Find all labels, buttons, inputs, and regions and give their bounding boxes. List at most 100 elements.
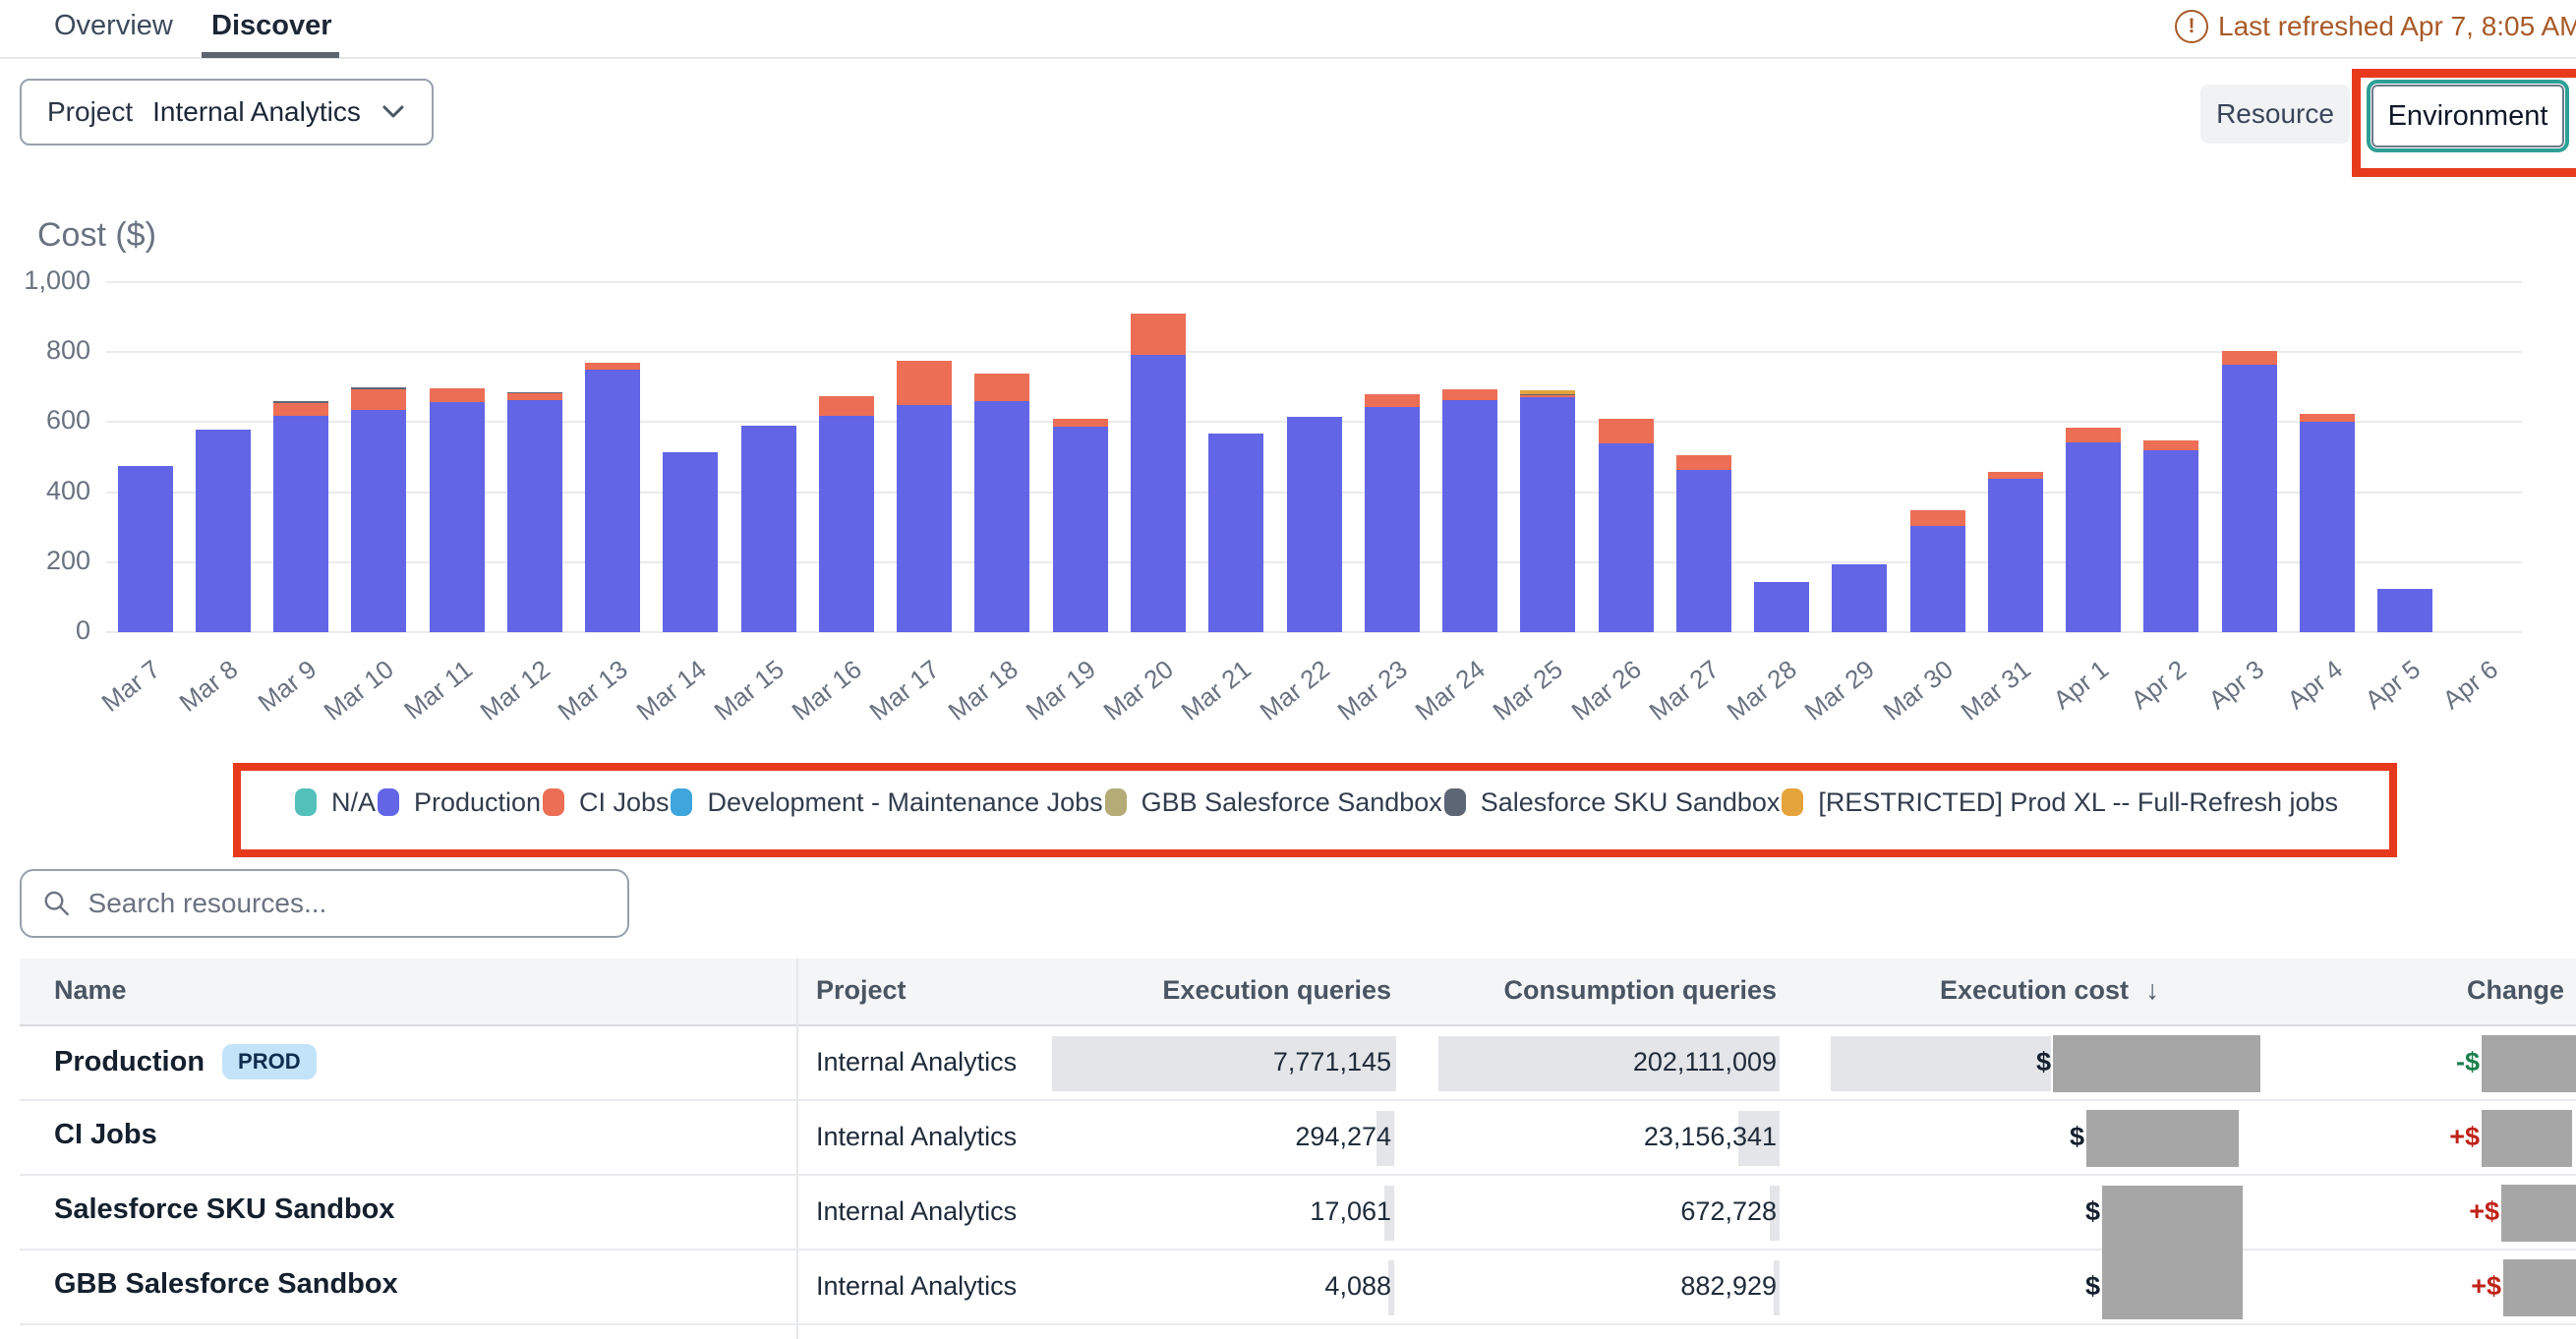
name-column-divider <box>796 959 798 1339</box>
tab-overview[interactable]: Overview <box>54 10 173 42</box>
resource-name-text: Salesforce SKU Sandbox <box>54 1193 395 1226</box>
bar-mar-21[interactable] <box>1208 434 1263 632</box>
bar-mar-22[interactable] <box>1287 417 1342 632</box>
consumption-queries-cell: 882,929 <box>1680 1271 1777 1302</box>
bar-segment <box>430 388 485 403</box>
bar-mar-17[interactable] <box>897 361 952 632</box>
bar-mar-26[interactable] <box>1599 419 1654 632</box>
y-axis-tick-label: 800 <box>0 335 90 366</box>
bar-segment <box>663 452 718 632</box>
bar-segment <box>1520 397 1575 632</box>
bar-mar-24[interactable] <box>1442 389 1497 632</box>
bar-apr-1[interactable] <box>2066 428 2121 632</box>
bar-segment <box>351 389 406 410</box>
bar-mar-30[interactable] <box>1910 510 1965 632</box>
bar-segment <box>1754 582 1809 632</box>
bar-mar-18[interactable] <box>974 374 1029 632</box>
x-axis-tick-label: Mar 20 <box>1098 654 1180 727</box>
project-filter-value: Internal Analytics <box>152 96 361 128</box>
bar-mar-27[interactable] <box>1676 455 1731 632</box>
x-axis-tick-label: Mar 9 <box>252 654 322 718</box>
bar-segment <box>1988 472 2043 479</box>
bar-segment <box>2143 450 2198 632</box>
execution-queries-cell: 4,088 <box>1324 1271 1391 1302</box>
bar-apr-2[interactable] <box>2143 440 2198 632</box>
execution-cost-redaction-mask <box>2102 1186 2243 1319</box>
bar-segment <box>1599 419 1654 443</box>
bar-segment <box>974 401 1029 632</box>
project-filter-dropdown[interactable]: Project Internal Analytics <box>20 79 434 146</box>
legend-item-ci-jobs[interactable]: CI Jobs <box>543 787 670 818</box>
bar-mar-19[interactable] <box>1053 419 1108 632</box>
bar-mar-29[interactable] <box>1832 564 1887 632</box>
execution-cost-prefix: $ <box>2070 1122 2084 1152</box>
execution-queries-cell: 7,771,145 <box>1273 1047 1391 1077</box>
bar-segment <box>1131 314 1186 355</box>
bar-segment <box>741 426 796 632</box>
legend-item-n-a[interactable]: N/A <box>295 787 376 818</box>
bar-segment <box>1287 417 1342 632</box>
x-axis-tick-label: Mar 17 <box>864 654 946 727</box>
legend-item-development-maintenance-jobs[interactable]: Development - Maintenance Jobs <box>671 787 1102 818</box>
bar-segment <box>1599 443 1654 632</box>
bar-apr-5[interactable] <box>2377 589 2432 633</box>
last-refreshed-text: Last refreshed Apr 7, 8:05 AM PDT <box>2218 11 2576 42</box>
bar-mar-13[interactable] <box>585 363 640 632</box>
execution-cost-prefix: $ <box>2085 1196 2100 1227</box>
search-resources-input[interactable] <box>87 887 606 920</box>
project-cell: Internal Analytics <box>816 1271 1017 1302</box>
bar-mar-28[interactable] <box>1754 582 1809 632</box>
legend-item-gbb-salesforce-sandbox[interactable]: GBB Salesforce Sandbox <box>1105 787 1442 818</box>
bar-mar-20[interactable] <box>1131 314 1186 632</box>
column-header-execution-queries[interactable]: Execution queries <box>1162 975 1391 1006</box>
bar-apr-3[interactable] <box>2222 351 2277 632</box>
bar-mar-14[interactable] <box>663 452 718 632</box>
bar-mar-8[interactable] <box>196 430 251 632</box>
legend-item-salesforce-sku-sandbox[interactable]: Salesforce SKU Sandbox <box>1444 787 1781 818</box>
column-header-name[interactable]: Name <box>54 975 127 1006</box>
chart-title: Cost ($) <box>37 216 156 255</box>
bar-mar-12[interactable] <box>507 392 562 632</box>
column-header-project[interactable]: Project <box>816 975 907 1006</box>
bar-segment <box>1053 427 1108 632</box>
column-header-execution-cost[interactable]: Execution cost ↓ <box>1940 975 2159 1006</box>
consumption-queries-cell: 202,111,009 <box>1633 1047 1777 1077</box>
bar-mar-7[interactable] <box>118 466 173 632</box>
bar-segment <box>897 361 952 405</box>
project-cell: Internal Analytics <box>816 1196 1017 1227</box>
column-header-consumption-queries[interactable]: Consumption queries <box>1503 975 1777 1006</box>
column-header-change[interactable]: Change <box>2467 975 2564 1006</box>
bar-segment <box>2066 442 2121 632</box>
prod-badge: PROD <box>222 1044 317 1079</box>
active-tab-indicator <box>202 52 339 58</box>
legend-item-production[interactable]: Production <box>378 787 541 818</box>
bar-apr-4[interactable] <box>2300 414 2355 633</box>
x-axis-tick-label: Mar 15 <box>708 654 790 727</box>
bar-mar-15[interactable] <box>741 426 796 632</box>
bar-segment <box>974 374 1029 401</box>
legend-item-label: CI Jobs <box>579 787 670 818</box>
bar-segment <box>1442 400 1497 632</box>
change-prefix: +$ <box>2449 1122 2480 1152</box>
bar-mar-11[interactable] <box>430 388 485 632</box>
group-by-environment-button[interactable]: Environment <box>2371 85 2564 147</box>
execution-cost-label: Execution cost <box>1940 975 2129 1005</box>
legend-item--restricted-prod-xl-full-refresh-jobs[interactable]: [RESTRICTED] Prod XL -- Full-Refresh job… <box>1782 787 2338 818</box>
bar-mar-31[interactable] <box>1988 472 2043 632</box>
bar-segment <box>1365 394 1420 407</box>
change-prefix: +$ <box>2469 1196 2499 1227</box>
bar-mar-10[interactable] <box>351 387 406 632</box>
tab-discover[interactable]: Discover <box>211 10 332 42</box>
bar-mar-16[interactable] <box>819 396 874 632</box>
bar-segment <box>507 400 562 632</box>
group-by-resource-button[interactable]: Resource <box>2200 85 2350 144</box>
change-prefix: +$ <box>2471 1271 2501 1302</box>
row-divider <box>20 1174 2576 1176</box>
row-divider <box>20 1099 2576 1101</box>
bar-mar-9[interactable] <box>273 401 328 632</box>
project-cell: Internal Analytics <box>816 1047 1017 1077</box>
x-axis-tick-label: Mar 19 <box>1020 654 1101 727</box>
bar-mar-25[interactable] <box>1520 390 1575 632</box>
bar-segment <box>585 363 640 370</box>
bar-mar-23[interactable] <box>1365 394 1420 632</box>
